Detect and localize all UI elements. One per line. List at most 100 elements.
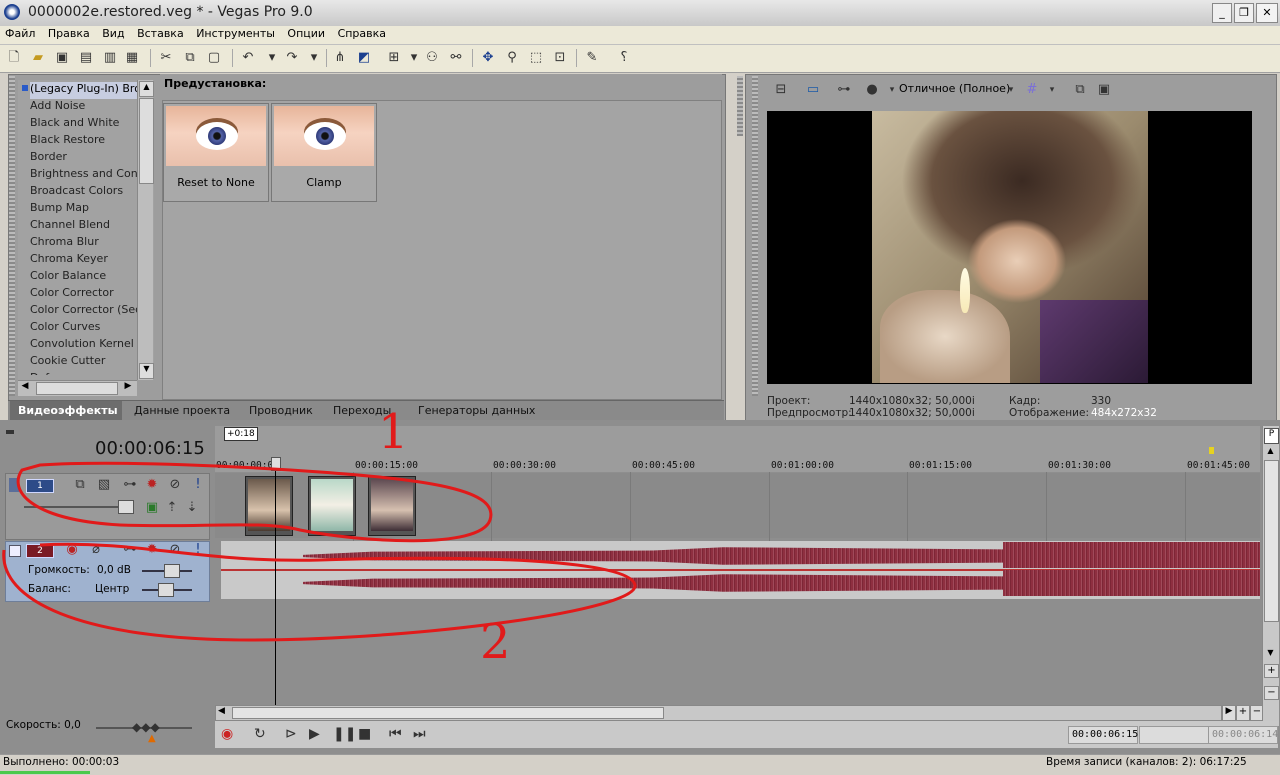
speed-slider-thumb[interactable]: ◆◆◆ (132, 720, 160, 734)
fx-list-item[interactable]: Channel Blend (30, 218, 138, 235)
zoom-in-h-icon[interactable]: + (1236, 705, 1250, 721)
menu-options[interactable]: Опции (282, 26, 329, 40)
split-dropdown-icon[interactable]: ▾ (884, 82, 900, 98)
fx-list-item[interactable]: Cookie Cutter (30, 354, 138, 371)
fx-list-item[interactable]: Color Corrector (30, 286, 138, 303)
menu-view[interactable]: Вид (97, 26, 128, 40)
preview-quality-select[interactable]: Отличное (Полное) (899, 82, 1010, 95)
go-to-end-icon[interactable]: ⏭ (413, 726, 426, 742)
play-icon[interactable]: ▶ (309, 726, 320, 742)
fx-list-item[interactable]: Chroma Keyer (30, 252, 138, 269)
scroll-right-icon[interactable]: ▶ (122, 381, 134, 394)
fx-list-hscrollbar[interactable]: ◀ ▶ (18, 380, 137, 396)
panel-grip[interactable] (737, 76, 743, 136)
save-as-icon[interactable]: ▤ (78, 50, 94, 66)
fx-list-item[interactable]: Color Corrector (Seco (30, 303, 138, 320)
fx-list-item[interactable]: Border (30, 150, 138, 167)
fx-list-scrollbar[interactable]: ▲ ▼ (137, 80, 154, 380)
minimize-button[interactable]: _ (1212, 3, 1232, 23)
zoom-out-v-icon[interactable]: − (1264, 686, 1279, 700)
scroll-thumb[interactable] (139, 98, 154, 184)
scroll-up-icon[interactable]: ▲ (1265, 446, 1276, 457)
scroll-left-icon[interactable]: ◀ (218, 706, 225, 716)
scroll-down-icon[interactable]: ▼ (1265, 648, 1276, 659)
normal-edit-tool-icon[interactable]: ✥ (480, 50, 496, 66)
go-to-start-icon[interactable]: ⏮ (389, 726, 402, 742)
redo-icon[interactable]: ↷ (284, 50, 300, 66)
brush-icon[interactable]: ✎ (584, 50, 600, 66)
timeline-vscrollbar[interactable]: P ▲ ▼ + − (1262, 426, 1279, 726)
open-folder-icon[interactable]: ▰ (30, 50, 46, 66)
scroll-left-icon[interactable]: ◀ (19, 381, 31, 394)
marker-flag[interactable] (1209, 447, 1214, 454)
ripple-edit-icon[interactable]: ⊞ (386, 50, 402, 66)
selection-end-field[interactable] (1139, 726, 1209, 744)
fx-list-item[interactable]: Chroma Blur (30, 235, 138, 252)
scroll-up-icon[interactable]: ▲ (139, 81, 154, 97)
menu-edit[interactable]: Правка (43, 26, 94, 40)
menu-insert[interactable]: Вставка (132, 26, 188, 40)
cut-icon[interactable]: ✂ (158, 50, 174, 66)
properties-icon[interactable]: ▦ (124, 50, 140, 66)
selection-tool-icon[interactable]: ⬚ (528, 50, 544, 66)
overlays-icon[interactable]: # (1024, 82, 1040, 98)
panel-grip[interactable] (752, 76, 758, 396)
lock-envelopes-icon[interactable]: ⚇ (424, 50, 440, 66)
menu-tools[interactable]: Инструменты (191, 26, 279, 40)
paste-icon[interactable]: ▢ (206, 50, 222, 66)
copy-icon[interactable]: ⧉ (182, 50, 198, 66)
undo-icon[interactable]: ↶ (240, 50, 256, 66)
zoom-tool-icon[interactable]: ⊡ (552, 50, 568, 66)
fx-list-item[interactable]: Bump Map (30, 201, 138, 218)
fx-list-item[interactable]: Add Noise (30, 99, 138, 116)
close-button[interactable]: ✕ (1256, 3, 1278, 23)
auto-crossfade-icon[interactable]: ◩ (356, 50, 372, 66)
fx-list-item[interactable]: Black Restore (30, 133, 138, 150)
fx-list-item[interactable]: (Legacy Plug-In) Broad (30, 82, 138, 99)
ignore-grouping-icon[interactable]: ⚯ (448, 50, 464, 66)
play-from-start-icon[interactable]: ⊳ (285, 726, 297, 742)
enable-snapping-icon[interactable]: ⋔ (332, 50, 348, 66)
vscroll-thumb[interactable] (1264, 460, 1279, 622)
envelope-tool-icon[interactable]: ⚲ (504, 50, 520, 66)
overlays-dropdown-icon[interactable]: ▾ (1044, 82, 1060, 98)
record-icon[interactable]: ◉ (221, 726, 233, 742)
save-icon[interactable]: ▣ (54, 50, 70, 66)
quality-dropdown-icon[interactable]: ▾ (1003, 82, 1019, 98)
undo-dropdown-icon[interactable]: ▾ (264, 50, 280, 66)
scroll-right-icon[interactable]: ▶ (1222, 705, 1236, 721)
pause-icon[interactable]: ❚❚ (333, 726, 356, 742)
stop-icon[interactable]: ■ (358, 726, 371, 742)
maximize-button[interactable]: ❐ (1234, 3, 1254, 23)
preset-reset-to-none[interactable]: Reset to None (163, 103, 269, 202)
ripple-dropdown-icon[interactable]: ▾ (406, 50, 422, 66)
preview-fx-icon[interactable]: ⊶ (836, 82, 852, 98)
fx-list-item[interactable]: Broadcast Colors (30, 184, 138, 201)
scroll-down-icon[interactable]: ▼ (139, 363, 154, 379)
fx-list-item[interactable]: Color Curves (30, 320, 138, 337)
hscroll-thumb[interactable] (232, 707, 664, 719)
new-file-icon[interactable]: 🗋 (6, 50, 22, 66)
external-monitor-icon[interactable]: ▭ (805, 82, 821, 98)
copy-snapshot-icon[interactable]: ⧉ (1072, 82, 1088, 98)
timeline-hscrollbar[interactable]: ◀ (215, 705, 1222, 721)
fx-list-item[interactable]: Defocus (30, 371, 138, 375)
split-screen-icon[interactable]: ● (864, 82, 880, 98)
preview-properties-icon[interactable]: ⊟ (773, 82, 789, 98)
preset-clamp[interactable]: Clamp (271, 103, 377, 202)
fx-list-item[interactable]: Convolution Kernel (30, 337, 138, 354)
menu-help[interactable]: Справка (333, 26, 390, 40)
panel-grip[interactable] (9, 76, 15, 396)
render-icon[interactable]: ▥ (102, 50, 118, 66)
menu-file[interactable]: Файл (0, 26, 39, 40)
loop-playback-icon[interactable]: ↻ (254, 726, 266, 742)
redo-dropdown-icon[interactable]: ▾ (306, 50, 322, 66)
save-snapshot-icon[interactable]: ▣ (1096, 82, 1112, 98)
fx-list-item[interactable]: Color Balance (30, 269, 138, 286)
marker-bar-icon[interactable]: P (1264, 428, 1279, 444)
whats-this-help-icon[interactable]: ⸮ (616, 50, 632, 66)
selection-start-timecode[interactable]: 00:00:06:15 (1068, 726, 1138, 744)
fx-list-item[interactable]: Brightness and Contra (30, 167, 138, 184)
fx-list-item[interactable]: Black and White (30, 116, 138, 133)
selection-length-timecode[interactable]: 00:00:06:14 (1208, 726, 1278, 744)
